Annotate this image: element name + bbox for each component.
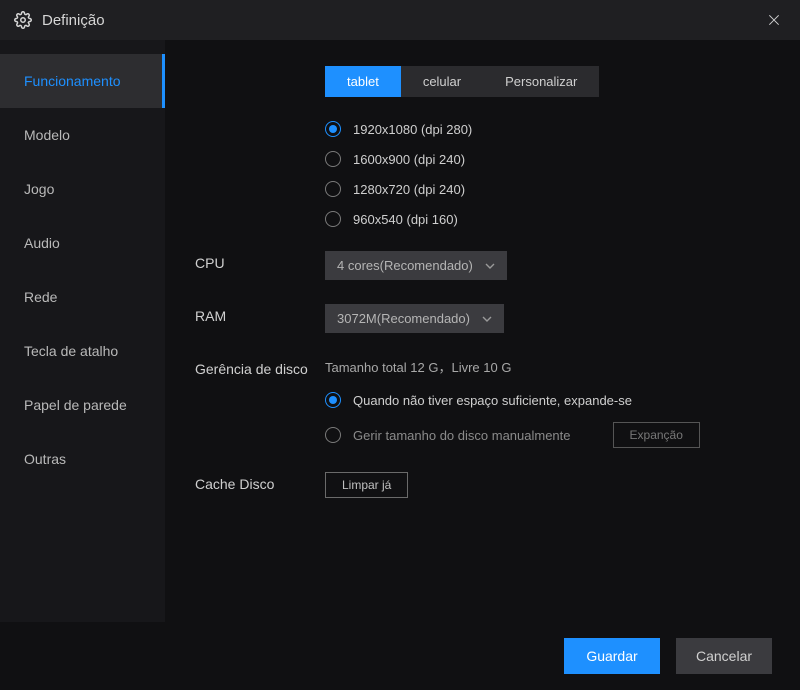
cache-row: Cache Disco Limpar já (195, 472, 778, 498)
disk-info: Tamanho total 12 G，Livre 10 G (325, 357, 778, 376)
gear-icon (14, 11, 32, 29)
resolution-option-1600x900[interactable]: 1600x900 (dpi 240) (325, 151, 472, 167)
sidebar-item-funcionamento[interactable]: Funcionamento (0, 54, 165, 108)
disk-option-auto-expand[interactable]: Quando não tiver espaço suficiente, expa… (325, 392, 778, 408)
sidebar-item-label: Rede (24, 289, 57, 305)
select-value: 4 cores(Recomendado) (337, 258, 473, 273)
sidebar-item-label: Jogo (24, 181, 54, 197)
cache-label: Cache Disco (195, 472, 325, 492)
resolution-row: 1920x1080 (dpi 280) 1600x900 (dpi 240) 1… (195, 121, 778, 227)
resolution-options: 1920x1080 (dpi 280) 1600x900 (dpi 240) 1… (325, 121, 472, 227)
close-icon[interactable] (762, 8, 786, 32)
save-button[interactable]: Guardar (564, 638, 660, 674)
sidebar-item-label: Papel de parede (24, 397, 127, 413)
tab-label: celular (423, 74, 461, 89)
radio-label: 1600x900 (dpi 240) (353, 152, 465, 167)
footer: Guardar Cancelar (0, 622, 800, 690)
ram-row: RAM 3072M(Recomendado) (195, 304, 778, 333)
chevron-down-icon (485, 263, 495, 269)
cancel-button[interactable]: Cancelar (676, 638, 772, 674)
sidebar-item-label: Outras (24, 451, 66, 467)
sidebar-item-papel-de-parede[interactable]: Papel de parede (0, 378, 165, 432)
radio-icon (325, 121, 341, 137)
expand-button[interactable]: Expanção (613, 422, 700, 448)
tab-tablet[interactable]: tablet (325, 66, 401, 97)
tab-label: tablet (347, 74, 379, 89)
resolution-option-1280x720[interactable]: 1280x720 (dpi 240) (325, 181, 472, 197)
sidebar-item-modelo[interactable]: Modelo (0, 108, 165, 162)
sidebar-item-rede[interactable]: Rede (0, 270, 165, 324)
sidebar-item-label: Funcionamento (24, 73, 121, 89)
radio-icon (325, 427, 341, 443)
sidebar-item-label: Audio (24, 235, 60, 251)
chevron-down-icon (482, 316, 492, 322)
radio-label: 960x540 (dpi 160) (353, 212, 458, 227)
sidebar-item-outras[interactable]: Outras (0, 432, 165, 486)
disk-label: Gerência de disco (195, 357, 325, 377)
radio-icon (325, 181, 341, 197)
disk-content: Tamanho total 12 G，Livre 10 G Quando não… (325, 357, 778, 448)
device-tabs: tablet celular Personalizar (325, 66, 599, 97)
select-value: 3072M(Recomendado) (337, 311, 470, 326)
radio-icon (325, 211, 341, 227)
content-panel: tablet celular Personalizar 1920x1080 (d… (165, 40, 800, 622)
tab-celular[interactable]: celular (401, 66, 483, 97)
cpu-label: CPU (195, 251, 325, 271)
tab-label: Personalizar (505, 74, 577, 89)
sidebar: Funcionamento Modelo Jogo Audio Rede Tec… (0, 40, 165, 622)
sidebar-item-label: Modelo (24, 127, 70, 143)
resolution-option-1920x1080[interactable]: 1920x1080 (dpi 280) (325, 121, 472, 137)
tab-personalizar[interactable]: Personalizar (483, 66, 599, 97)
disk-option-manual[interactable]: Gerir tamanho do disco manualmente Expan… (325, 422, 778, 448)
disk-row: Gerência de disco Tamanho total 12 G，Liv… (195, 357, 778, 448)
resolution-option-960x540[interactable]: 960x540 (dpi 160) (325, 211, 472, 227)
radio-icon (325, 151, 341, 167)
radio-icon (325, 392, 341, 408)
radio-label: Quando não tiver espaço suficiente, expa… (353, 393, 632, 408)
sidebar-item-audio[interactable]: Audio (0, 216, 165, 270)
sidebar-item-jogo[interactable]: Jogo (0, 162, 165, 216)
ram-label: RAM (195, 304, 325, 324)
ram-select[interactable]: 3072M(Recomendado) (325, 304, 504, 333)
radio-label: Gerir tamanho do disco manualmente (353, 428, 571, 443)
window-title: Definição (42, 12, 762, 29)
titlebar: Definição (0, 0, 800, 40)
cpu-row: CPU 4 cores(Recomendado) (195, 251, 778, 280)
clear-cache-button[interactable]: Limpar já (325, 472, 408, 498)
sidebar-item-tecla-de-atalho[interactable]: Tecla de atalho (0, 324, 165, 378)
radio-label: 1280x720 (dpi 240) (353, 182, 465, 197)
resolution-label (195, 121, 325, 125)
cpu-select[interactable]: 4 cores(Recomendado) (325, 251, 507, 280)
sidebar-item-label: Tecla de atalho (24, 343, 118, 359)
radio-label: 1920x1080 (dpi 280) (353, 122, 472, 137)
